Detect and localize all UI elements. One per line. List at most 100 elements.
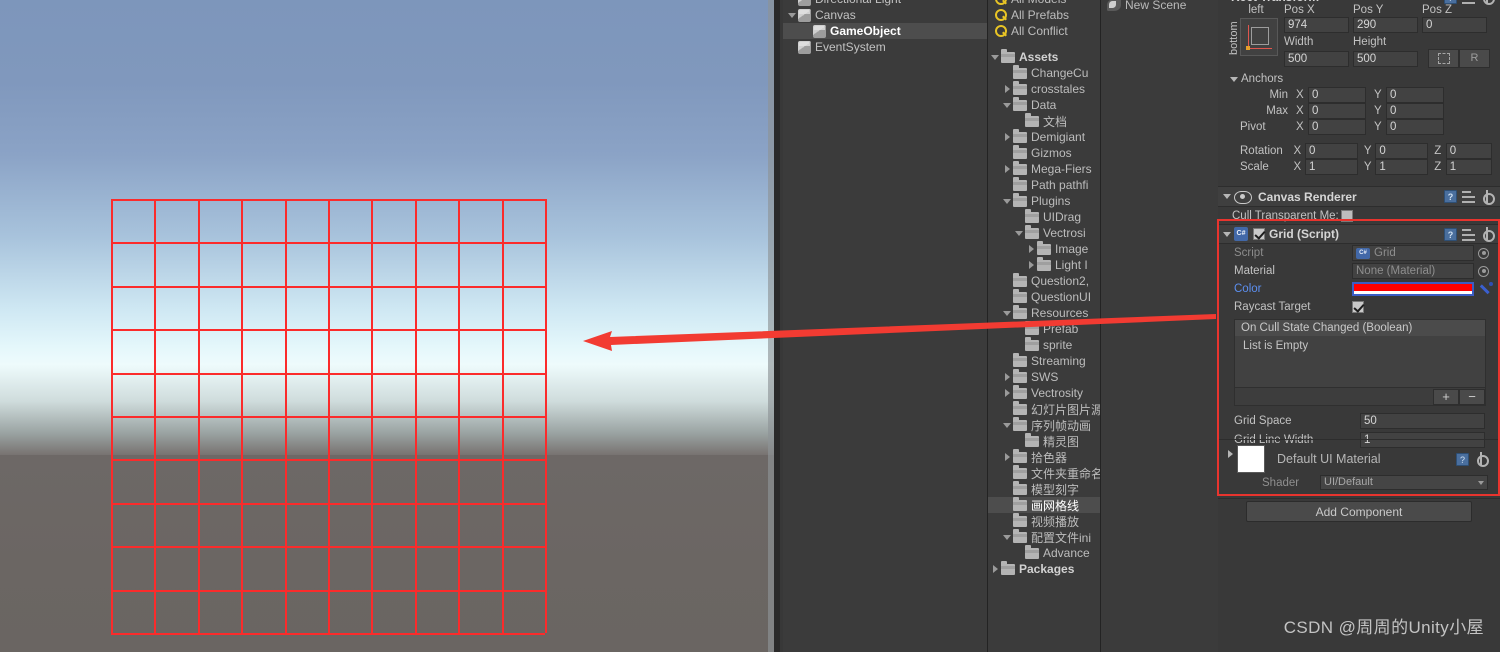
chevron-right-icon[interactable]	[1002, 385, 1013, 401]
project-item-27[interactable]: 模型刻字	[988, 480, 1100, 497]
scale-x-field[interactable]: 1	[1304, 159, 1358, 175]
chevron-right-icon[interactable]	[1002, 129, 1013, 145]
project-item-5[interactable]: Demigiant	[988, 128, 1100, 145]
help-icon[interactable]: ?	[1444, 190, 1457, 203]
material-object-picker-icon[interactable]	[1478, 265, 1489, 277]
rotation-y-field[interactable]: 0	[1375, 143, 1429, 159]
project-item-13[interactable]: Light I	[988, 256, 1100, 273]
project-item-22[interactable]: 幻灯片图片源	[988, 400, 1100, 417]
project-item-8[interactable]: Path pathfi	[988, 176, 1100, 193]
material-foldout-icon[interactable]	[1224, 445, 1237, 473]
grid-script-foldout-icon[interactable]	[1221, 225, 1234, 244]
help-icon[interactable]: ?	[1444, 0, 1457, 4]
preset-icon[interactable]	[1462, 0, 1475, 4]
project-item-32[interactable]: Packages	[988, 560, 1100, 577]
color-swatch-field[interactable]	[1352, 282, 1474, 296]
chevron-right-icon[interactable]	[990, 561, 1001, 577]
preset-icon[interactable]	[1462, 190, 1475, 203]
scene-view[interactable]	[0, 0, 780, 652]
hierarchy-item-eventsystem[interactable]: EventSystem	[783, 39, 987, 55]
pos-z-field[interactable]: 0	[1422, 17, 1487, 33]
pos-y-field[interactable]: 290	[1353, 17, 1418, 33]
grid-script-header[interactable]: C# Grid (Script) ?	[1218, 224, 1500, 244]
gear-icon[interactable]	[1474, 452, 1489, 467]
chevron-down-icon[interactable]	[1002, 529, 1013, 545]
saved-search-all-models[interactable]: All Models	[988, 0, 1100, 7]
scale-z-field[interactable]: 1	[1445, 159, 1492, 175]
project-item-28[interactable]: 画网格线	[988, 496, 1100, 513]
project-item-18[interactable]: sprite	[988, 336, 1100, 353]
project-item-1[interactable]: ChangeCu	[988, 64, 1100, 81]
material-field[interactable]: None (Material)	[1352, 263, 1474, 279]
chevron-right-icon[interactable]	[1002, 161, 1013, 177]
inspector-panel[interactable]: Rect Transform ? left bottom	[1218, 0, 1500, 652]
project-item-30[interactable]: 配置文件ini	[988, 528, 1100, 545]
anchor-min-x-field[interactable]: 0	[1308, 87, 1366, 103]
gear-icon[interactable]	[1480, 227, 1495, 242]
blueprint-mode-button[interactable]	[1428, 49, 1459, 68]
project-item-17[interactable]: Prefab	[988, 320, 1100, 337]
saved-search-all-prefabs[interactable]: All Prefabs	[988, 7, 1100, 23]
project-item-15[interactable]: QuestionUI	[988, 288, 1100, 305]
height-field[interactable]: 500	[1353, 50, 1418, 67]
project-item-4[interactable]: 文档	[988, 112, 1100, 129]
canvas-renderer-foldout-icon[interactable]	[1221, 187, 1234, 206]
project-item-2[interactable]: crosstales	[988, 80, 1100, 97]
chevron-down-icon[interactable]	[1002, 305, 1013, 321]
add-component-button[interactable]: Add Component	[1246, 501, 1472, 522]
project-item-21[interactable]: Vectrosity	[988, 384, 1100, 401]
chevron-down-icon[interactable]	[1002, 417, 1013, 433]
hierarchy-panel[interactable]: Directional Light Canvas GameObject EventSy…	[783, 0, 988, 652]
pivot-x-field[interactable]: 0	[1308, 119, 1366, 135]
project-item-23[interactable]: 序列帧动画	[988, 416, 1100, 433]
chevron-right-icon[interactable]	[1026, 257, 1037, 273]
shader-dropdown[interactable]: UI/Default	[1320, 475, 1488, 490]
project-item-25[interactable]: 拾色器	[988, 448, 1100, 465]
project-item-29[interactable]: 视频播放	[988, 512, 1100, 529]
project-item-9[interactable]: Plugins	[988, 192, 1100, 209]
chevron-down-icon[interactable]	[1002, 97, 1013, 113]
project-item-20[interactable]: SWS	[988, 368, 1100, 385]
chevron-down-icon[interactable]	[990, 49, 1001, 65]
project-item-7[interactable]: Mega-Fiers	[988, 160, 1100, 177]
project-item-26[interactable]: 文件夹重命名	[988, 464, 1100, 481]
project-item-19[interactable]: Streaming	[988, 352, 1100, 369]
anchors-foldout-icon[interactable]	[1228, 70, 1241, 89]
remove-listener-button[interactable]: −	[1459, 388, 1485, 405]
help-icon[interactable]: ?	[1444, 227, 1457, 241]
scale-y-field[interactable]: 1	[1375, 159, 1429, 175]
project-item-10[interactable]: UIDrag	[988, 208, 1100, 225]
chevron-down-icon[interactable]	[1002, 193, 1013, 209]
preset-icon[interactable]	[1462, 228, 1475, 241]
raycast-target-checkbox[interactable]	[1352, 301, 1364, 313]
add-listener-button[interactable]: +	[1433, 388, 1459, 405]
hierarchy-item-directional-light[interactable]: Directional Light	[783, 0, 987, 7]
pivot-y-field[interactable]: 0	[1386, 119, 1444, 135]
chevron-right-icon[interactable]	[1002, 449, 1013, 465]
script-object-picker-icon[interactable]	[1478, 247, 1489, 259]
project-item-6[interactable]: Gizmos	[988, 144, 1100, 161]
project-item-11[interactable]: Vectrosi	[988, 224, 1100, 241]
project-item-12[interactable]: Image	[988, 240, 1100, 257]
cull-transparent-mesh-checkbox[interactable]	[1340, 209, 1353, 222]
gear-icon[interactable]	[1480, 189, 1495, 205]
new-scene-tab[interactable]: New Scene	[1107, 0, 1186, 12]
grid-script-enabled-checkbox[interactable]	[1253, 228, 1265, 240]
chevron-right-icon[interactable]	[1002, 81, 1013, 97]
project-item-31[interactable]: Advance	[988, 544, 1100, 561]
canvas-renderer-header[interactable]: Canvas Renderer ?	[1218, 186, 1500, 207]
project-panel[interactable]: All Models All Prefabs All Conflict Assets…	[988, 0, 1101, 652]
chevron-down-icon[interactable]	[787, 7, 798, 23]
hierarchy-item-gameobject[interactable]: GameObject	[783, 23, 987, 39]
saved-search-all-conflict[interactable]: All Conflict	[988, 23, 1100, 39]
chevron-right-icon[interactable]	[1002, 369, 1013, 385]
rotation-z-field[interactable]: 0	[1445, 143, 1492, 159]
hierarchy-item-canvas[interactable]: Canvas	[783, 7, 987, 23]
rotation-x-field[interactable]: 0	[1304, 143, 1358, 159]
anchor-min-y-field[interactable]: 0	[1386, 87, 1444, 103]
chevron-down-icon[interactable]	[1014, 225, 1025, 241]
help-icon[interactable]: ?	[1456, 452, 1469, 466]
eyedropper-icon[interactable]	[1479, 282, 1493, 296]
pos-x-field[interactable]: 974	[1284, 17, 1349, 33]
project-item-0[interactable]: Assets	[988, 48, 1100, 65]
